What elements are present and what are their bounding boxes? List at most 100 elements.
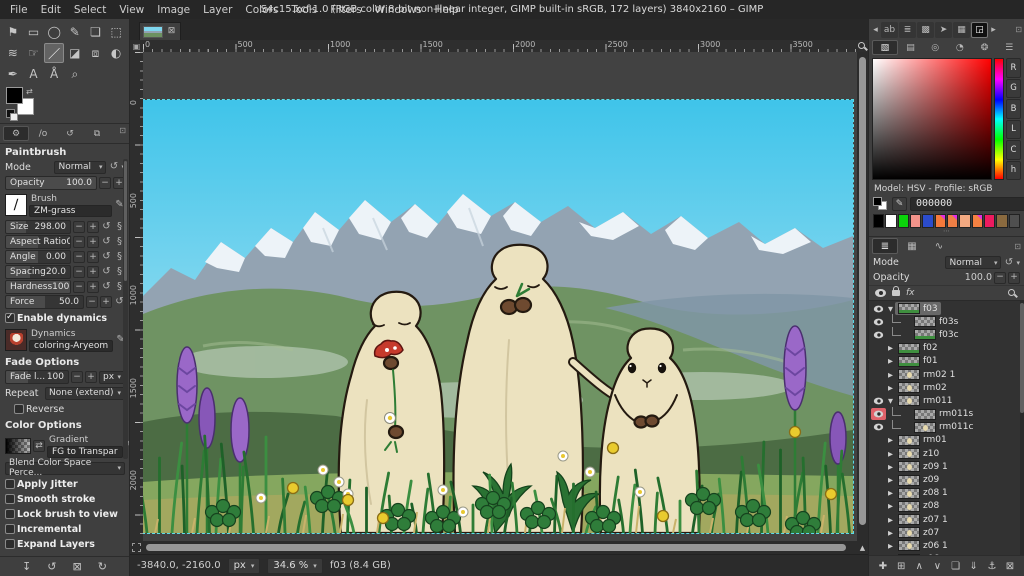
expand-layers-row[interactable]: Expand Layers xyxy=(5,537,125,551)
color-selector-palette[interactable]: ❂ xyxy=(973,40,997,55)
layer-visibility-toggle[interactable] xyxy=(871,434,886,446)
aspect-ratio-increase-button[interactable]: + xyxy=(87,236,99,248)
color-selector-watercolor[interactable]: ◎ xyxy=(923,40,947,55)
vertical-scrollbar[interactable] xyxy=(857,52,868,541)
layer-expander-icon[interactable]: ▶ xyxy=(886,371,895,379)
channel-button-g[interactable]: G xyxy=(1006,79,1021,99)
ink-tool[interactable]: ✒ xyxy=(3,64,23,84)
layer-expander-icon[interactable]: ▼ xyxy=(886,397,895,405)
fade-decrease-button[interactable]: − xyxy=(71,371,83,383)
palette-swatch-10[interactable] xyxy=(996,214,1007,228)
vertical-ruler[interactable]: 0500100015002000 xyxy=(130,52,143,541)
dock-tab-pointer[interactable]: ➤ xyxy=(935,22,952,38)
lower-layer-button[interactable]: ∨ xyxy=(930,561,944,572)
layer-opacity-decrease-button[interactable]: − xyxy=(994,272,1006,284)
size-decrease-button[interactable]: − xyxy=(73,221,85,233)
menu-select[interactable]: Select xyxy=(68,3,112,17)
clone-tool[interactable]: ⧈ xyxy=(86,43,106,63)
layer-visibility-icon[interactable] xyxy=(871,316,886,328)
layer-expander-icon[interactable]: ▶ xyxy=(886,436,895,444)
save-tool-preset-button[interactable]: ↧ xyxy=(22,560,31,573)
zoom-tool[interactable]: ⌕ xyxy=(65,64,85,84)
layer-visibility-toggle[interactable] xyxy=(871,500,886,512)
horizontal-scrollbar[interactable] xyxy=(143,541,857,554)
palette-swatch-6[interactable] xyxy=(947,214,958,228)
dock-resize-handle[interactable]: ⋯ xyxy=(869,229,1024,236)
size-increase-button[interactable]: + xyxy=(87,221,99,233)
layer-expander-icon[interactable]: ▶ xyxy=(886,502,895,510)
layer-visibility-toggle[interactable] xyxy=(871,540,886,552)
layer-row-rm02-1[interactable]: ▶rm02 1 xyxy=(869,368,1024,381)
dock-tab-palettes[interactable]: ▦ xyxy=(953,22,970,38)
hardness-decrease-button[interactable]: − xyxy=(73,281,85,293)
repeat-dropdown[interactable]: None (extend)▾ xyxy=(45,387,125,400)
canvas-viewport[interactable] xyxy=(143,52,857,541)
hue-strip[interactable] xyxy=(994,58,1004,180)
reset-colors-icon[interactable] xyxy=(6,109,15,118)
palette-swatch-2[interactable] xyxy=(898,214,909,228)
force-decrease-button[interactable]: − xyxy=(86,296,98,308)
spacing-reset-icon[interactable]: ↺ xyxy=(101,267,112,277)
zoom-corner-icon[interactable] xyxy=(857,40,868,52)
foreground-color-swatch[interactable] xyxy=(6,87,23,104)
effects-icon[interactable]: fx xyxy=(906,288,915,298)
anchor-layer-button[interactable]: ⚓ xyxy=(985,561,999,572)
dock-tab-gradients[interactable]: ◲ xyxy=(971,22,988,38)
layer-expander-icon[interactable]: ▶ xyxy=(886,489,895,497)
quick-mask-toggle[interactable] xyxy=(130,541,143,554)
incremental-row[interactable]: Incremental xyxy=(5,522,125,536)
tab-tool-options[interactable]: ⚙ xyxy=(3,126,29,141)
tab-layers[interactable]: ≣ xyxy=(872,238,898,254)
tab-images[interactable]: ⧉ xyxy=(84,126,110,141)
paint-mode-dropdown[interactable]: Normal▾ xyxy=(54,161,106,174)
vertical-scrollbar-thumb[interactable] xyxy=(859,57,866,525)
lock-icon[interactable] xyxy=(892,290,900,296)
apply-jitter-checkbox[interactable] xyxy=(5,479,15,489)
enable-dynamics-row[interactable]: Enable dynamics xyxy=(5,311,125,325)
layer-mode-history-button[interactable]: ↺ xyxy=(1003,258,1014,268)
smooth-stroke-row[interactable]: Smooth stroke xyxy=(5,492,125,506)
align-tool[interactable]: ⚑ xyxy=(3,22,23,42)
canvas-image[interactable] xyxy=(143,100,853,533)
layer-row-f03c[interactable]: f03c xyxy=(869,328,1024,341)
layer-expander-icon[interactable]: ▶ xyxy=(886,476,895,484)
layer-list-scrollbar[interactable] xyxy=(1020,301,1024,555)
aspect-ratio-decrease-button[interactable]: − xyxy=(73,236,85,248)
hardness-slider[interactable]: Hardness100.0 xyxy=(5,280,71,294)
tab-channels[interactable]: ▦ xyxy=(899,238,925,254)
layer-visibility-toggle[interactable] xyxy=(871,461,886,473)
layer-visibility-toggle[interactable] xyxy=(871,527,886,539)
lock-brush-to-view-checkbox[interactable] xyxy=(5,509,15,519)
menu-layer[interactable]: Layer xyxy=(197,3,238,17)
size-reset-icon[interactable]: ↺ xyxy=(101,222,112,232)
layer-mode-dropdown[interactable]: Normal▾ xyxy=(945,256,1001,269)
menu-file[interactable]: File xyxy=(4,3,34,17)
menu-image[interactable]: Image xyxy=(151,3,196,17)
reverse-row[interactable]: Reverse xyxy=(14,402,125,416)
tab-undo-history[interactable]: ↺ xyxy=(57,126,83,141)
horizontal-scrollbar-thumb[interactable] xyxy=(146,544,846,551)
dynamics-thumbnail[interactable] xyxy=(5,329,27,351)
layer-visibility-toggle[interactable] xyxy=(871,382,886,394)
gradient-reverse-button[interactable]: ⇄ xyxy=(33,440,45,452)
layer-row-f01[interactable]: ▶f01 xyxy=(869,355,1024,368)
ruler-corner-icon[interactable]: ▣ xyxy=(130,40,143,52)
palette-swatch-0[interactable] xyxy=(873,214,884,228)
palette-swatch-8[interactable] xyxy=(972,214,983,228)
layer-visibility-toggle[interactable] xyxy=(871,514,886,526)
force-slider[interactable]: Force50.0 xyxy=(5,295,84,309)
layer-row-z08-1[interactable]: ▶z08 1 xyxy=(869,487,1024,500)
brush-thumbnail[interactable]: ∕ xyxy=(5,194,27,216)
layer-expander-icon[interactable]: ▶ xyxy=(886,542,895,550)
layer-row-rm011s[interactable]: rm011s xyxy=(869,408,1024,421)
layer-visibility-toggle[interactable] xyxy=(871,369,886,381)
palette-swatch-5[interactable] xyxy=(935,214,946,228)
navigation-preview-button[interactable]: ▲ xyxy=(857,541,868,554)
text-tool[interactable]: A xyxy=(24,64,44,84)
layer-visibility-icon[interactable] xyxy=(871,395,886,407)
layer-row-z09[interactable]: ▶z09 xyxy=(869,473,1024,486)
color-selector-gimp[interactable]: ▧ xyxy=(872,40,898,55)
dodge-burn-tool[interactable]: ◐ xyxy=(106,43,126,63)
layer-expander-icon[interactable]: ▶ xyxy=(886,516,895,524)
layer-row-z06[interactable]: ▶z06 xyxy=(869,553,1024,555)
